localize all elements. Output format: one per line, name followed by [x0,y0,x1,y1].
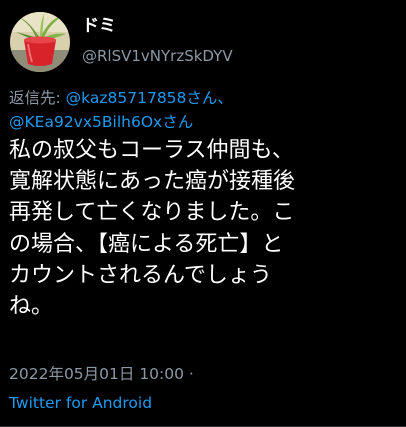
potted-plant-avatar-icon [10,12,70,72]
author-display-name[interactable]: ドミ [82,16,116,36]
source-app-link[interactable]: Twitter for Android [9,393,152,413]
mention-suffix-2[interactable]: さん [162,113,193,131]
tweet-text: 私の叔父もコーラス仲間も、 寛解状態にあった癌が接種後 再発して亡くなりました。… [9,138,296,320]
mention-link-1[interactable]: @kaz85717858 [66,89,187,107]
mention-suffix-1[interactable]: さん、 [186,89,233,107]
mention-link-2[interactable]: @KEa92vx5Bilh6Ox [9,113,162,131]
avatar[interactable] [10,12,70,72]
tweet-timestamp[interactable]: 2022年05月01日 10:00 · [9,364,194,384]
tweet-detail: ドミ @RlSV1vNYrzSkDYV 返信先: @kaz85717858さん、… [0,0,406,427]
reply-prefix: 返信先: [9,89,61,107]
author-handle[interactable]: @RlSV1vNYrzSkDYV [82,46,233,66]
reply-context: 返信先: @kaz85717858さん、 @KEa92vx5Bilh6Oxさん [9,86,399,134]
